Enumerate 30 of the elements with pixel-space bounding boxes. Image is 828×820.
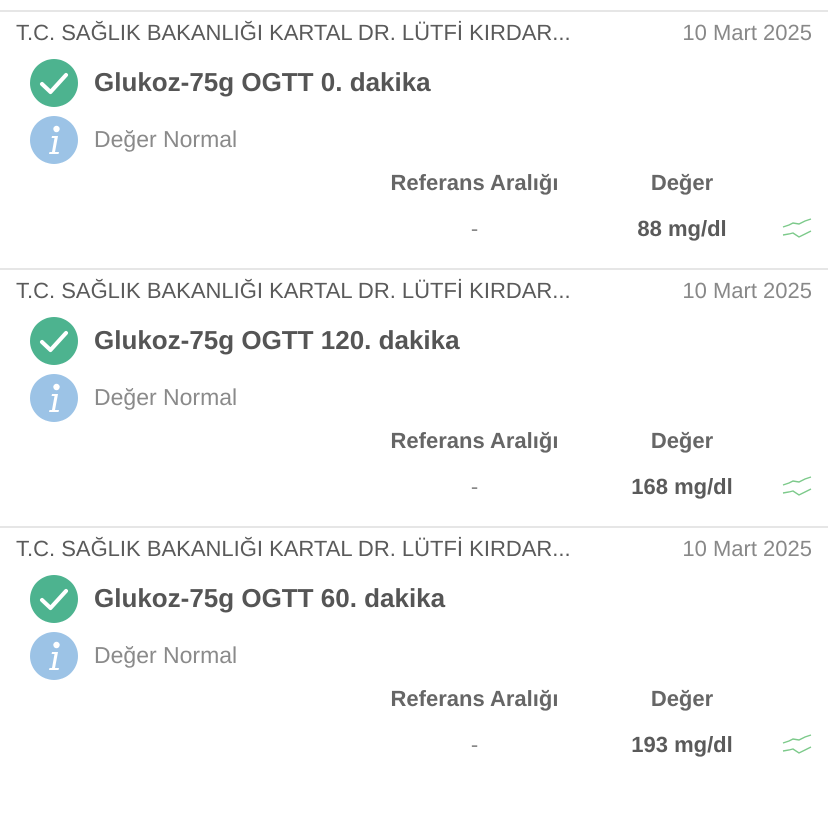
result-date: 10 Mart 2025: [682, 536, 812, 562]
lab-name: T.C. SAĞLIK BAKANLIĞI KARTAL DR. LÜTFİ KIRDAR...: [16, 278, 571, 304]
result-note: Değer Normal: [94, 384, 238, 411]
column-label: Referans Aralığı: [390, 686, 560, 712]
result-value: 168 mg/dl: [630, 474, 734, 500]
result-date: 10 Mart 2025: [682, 278, 812, 304]
trend-chart-icon[interactable]: [782, 218, 812, 240]
info-icon: [30, 632, 78, 680]
result-value: 88 mg/dl: [636, 216, 728, 242]
column-label: Referans Aralığı: [390, 428, 560, 454]
column-label: Değer: [650, 170, 714, 196]
test-name: Glukoz-75g OGTT 0. dakika: [94, 67, 431, 98]
result-value: 193 mg/dl: [630, 732, 734, 758]
result-note: Değer Normal: [94, 126, 238, 153]
result-note: Değer Normal: [94, 642, 238, 669]
lab-name: T.C. SAĞLIK BAKANLIĞI KARTAL DR. LÜTFİ KIRDAR...: [16, 536, 571, 562]
column-label: Değer: [650, 428, 714, 454]
reference-range: -: [470, 474, 480, 500]
trend-chart-icon[interactable]: [782, 476, 812, 498]
result-date: 10 Mart 2025: [682, 20, 812, 46]
trend-chart-icon[interactable]: [782, 734, 812, 756]
reference-range: -: [470, 732, 480, 758]
reference-range: -: [470, 216, 480, 242]
info-icon: [30, 116, 78, 164]
test-name: Glukoz-75g OGTT 60. dakika: [94, 583, 446, 614]
column-label: Değer: [650, 686, 714, 712]
info-icon: [30, 374, 78, 422]
test-name: Glukoz-75g OGTT 120. dakika: [94, 325, 460, 356]
column-label: Referans Aralığı: [390, 170, 560, 196]
lab-name: T.C. SAĞLIK BAKANLIĞI KARTAL DR. LÜTFİ KIRDAR...: [16, 20, 571, 46]
